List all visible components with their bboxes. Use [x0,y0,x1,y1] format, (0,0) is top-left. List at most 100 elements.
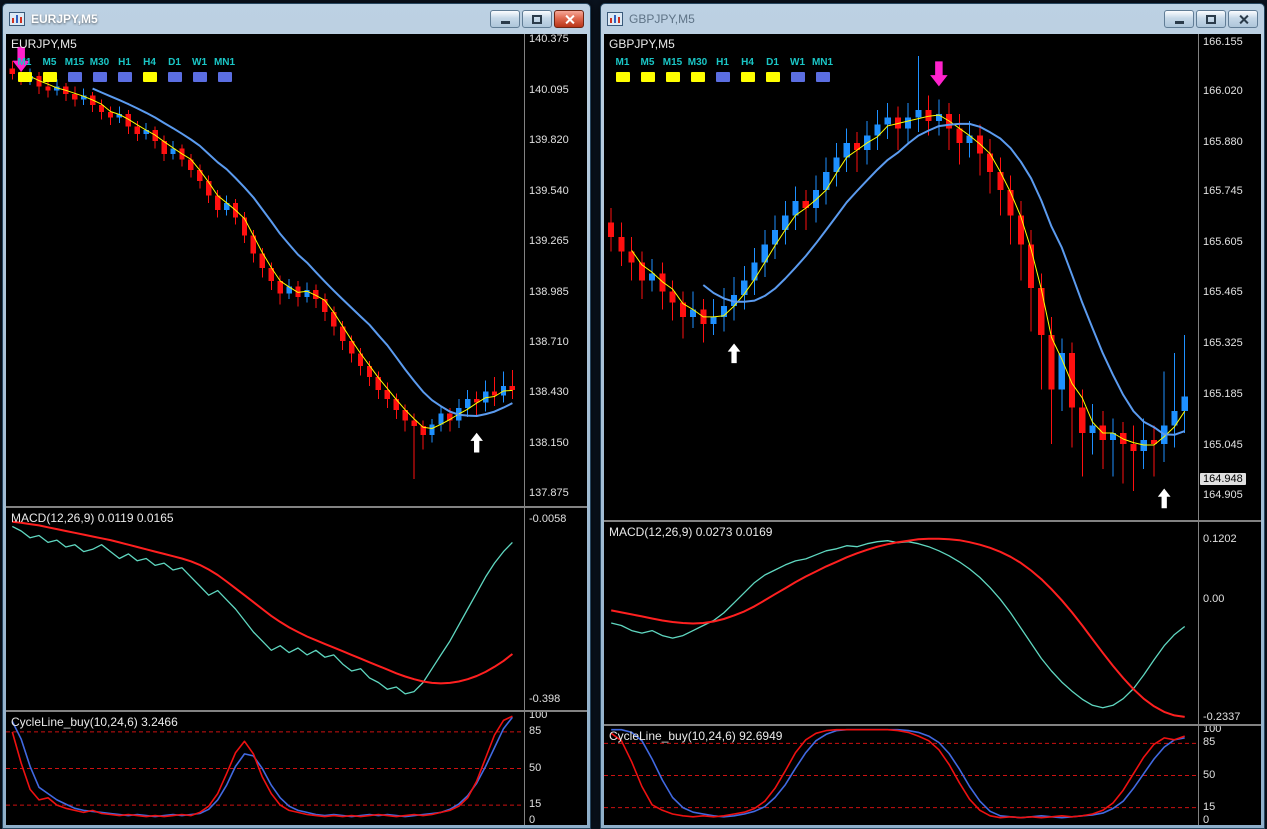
timeframe-W1: W1 [785,57,810,82]
close-button[interactable] [1228,10,1258,28]
timeframe-state-square [815,72,830,82]
timeframe-state-square [665,72,680,82]
timeframe-label: D1 [766,57,779,68]
minimize-icon [1174,21,1184,24]
axis-tick: 138.710 [529,335,569,348]
cycleline-chart[interactable]: CycleLine_buy(10,24,6) 92.6949 [604,726,1198,825]
timeframe-label: MN1 [213,57,236,68]
axis-tick: 15 [529,798,542,811]
macd-panel: MACD(12,26,9) 0.0119 0.0165 -0.0058 -0.39… [6,508,587,710]
timeframe-state-square [67,72,82,82]
main-chart-panel: GBPJPY,M5 M1 M5 M15 M30 H1 H4 D1 W1 MN1 166.155 1… [604,34,1261,520]
timeframe-label: H1 [118,57,131,68]
timeframe-state-square [42,72,57,82]
minimize-button[interactable] [1164,10,1194,28]
axis-tick: 139.265 [529,234,569,247]
axis-tick: 50 [529,761,542,774]
axis-tick: 165.745 [1203,184,1243,197]
timeframe-M5: M5 [635,57,660,82]
price-scale[interactable]: 140.375 140.095 139.820 139.540 139.265 138.9… [524,34,587,506]
cycleline-label: CycleLine_buy(10,24,6) 92.6949 [609,729,783,743]
axis-tick: 165.045 [1203,438,1243,451]
cycleline-panel: CycleLine_buy(10,24,6) 3.2466 100 85 50 15 0 [6,712,587,825]
timeframe-state-square [17,72,32,82]
timeframe-state-square [740,72,755,82]
macd-scale[interactable]: -0.0058 -0.398 [524,508,587,710]
axis-tick: -0.0058 [529,512,567,525]
macd-scale[interactable]: 0.1202 0.00 -0.2337 [1198,522,1261,724]
axis-tick: 85 [529,724,542,737]
up-signal-arrow [725,341,743,365]
timeframe-state-square [715,72,730,82]
macd-panel: MACD(12,26,9) 0.0273 0.0169 0.1202 0.00 -0… [604,522,1261,724]
timeframe-H1: H1 [710,57,735,82]
timeframe-label: H1 [716,57,729,68]
axis-tick: 165.325 [1203,337,1243,350]
maximize-icon [1206,14,1216,24]
timeframe-label: M30 [687,57,708,68]
timeframe-M30: M30 [87,57,112,82]
timeframe-M15: M15 [62,57,87,82]
axis-tick: 138.985 [529,285,569,298]
chart-window-gbpjpy: GBPJPY,M5 GBPJPY,M5 M1 M5 M15 M30 H1 H4 D1 W1 MN… [600,3,1265,829]
timeframe-state-square [690,72,705,82]
close-icon [564,14,575,25]
window-title: GBPJPY,M5 [629,12,695,26]
macd-chart[interactable]: MACD(12,26,9) 0.0119 0.0165 [6,508,524,710]
timeframe-state-square [765,72,780,82]
axis-tick: 100 [529,712,548,722]
timeframe-H1: H1 [112,57,137,82]
timeframe-M30: M30 [685,57,710,82]
price-scale[interactable]: 166.155 166.020 165.880 165.745 165.605 165.4… [1198,34,1261,520]
symbol-label: EURJPY,M5 [11,37,77,51]
timeframe-state-square [92,72,107,82]
price-chart[interactable]: EURJPY,M5 M1 M5 M15 M30 H1 H4 D1 W1 MN1 [6,34,524,506]
timeframe-label: M1 [615,57,630,68]
close-button[interactable] [554,10,584,28]
axis-tick: 0 [1203,814,1210,825]
axis-tick: 85 [1203,736,1216,749]
macd-chart[interactable]: MACD(12,26,9) 0.0273 0.0169 [604,522,1198,724]
axis-tick: -0.398 [529,692,561,705]
minimize-button[interactable] [490,10,520,28]
window-title: EURJPY,M5 [31,12,98,26]
timeframe-H4: H4 [735,57,760,82]
cycleline-chart[interactable]: CycleLine_buy(10,24,6) 3.2466 [6,712,524,825]
main-chart-panel: EURJPY,M5 M1 M5 M15 M30 H1 H4 D1 W1 MN1 140.375 1… [6,34,587,506]
timeframe-indicator: M1 M5 M15 M30 H1 H4 D1 W1 MN1 [610,57,835,82]
axis-tick: 138.150 [529,437,569,450]
close-icon [1238,14,1249,25]
chart-client-area: EURJPY,M5 M1 M5 M15 M30 H1 H4 D1 W1 MN1 140.375 1… [6,34,587,825]
axis-tick: 139.820 [529,134,569,147]
axis-tick: 165.880 [1203,135,1243,148]
timeframe-MN1: MN1 [810,57,835,82]
cycleline-label: CycleLine_buy(10,24,6) 3.2466 [11,715,178,729]
minimize-icon [500,21,510,24]
axis-tick: 165.465 [1203,286,1243,299]
chart-window-icon [607,12,623,26]
timeframe-label: M5 [640,57,655,68]
timeframe-M5: M5 [37,57,62,82]
titlebar[interactable]: GBPJPY,M5 [604,4,1261,34]
symbol-label: GBPJPY,M5 [609,37,675,51]
cycleline-scale[interactable]: 100 85 50 15 0 [524,712,587,825]
maximize-button[interactable] [522,10,552,28]
axis-tick: 138.430 [529,386,569,399]
titlebar[interactable]: EURJPY,M5 [6,4,587,34]
timeframe-label: MN1 [811,57,834,68]
timeframe-label: M5 [42,57,57,68]
price-chart[interactable]: GBPJPY,M5 M1 M5 M15 M30 H1 H4 D1 W1 MN1 [604,34,1198,520]
timeframe-state-square [117,72,132,82]
cycleline-scale[interactable]: 100 85 50 15 0 [1198,726,1261,825]
timeframe-state-square [615,72,630,82]
timeframe-D1: D1 [760,57,785,82]
timeframe-label: M1 [17,57,32,68]
timeframe-state-square [142,72,157,82]
up-signal-arrow [468,431,486,454]
axis-tick: 166.020 [1203,85,1243,98]
timeframe-state-square [192,72,207,82]
timeframe-label: H4 [143,57,156,68]
axis-tick: 0.1202 [1203,532,1237,545]
maximize-button[interactable] [1196,10,1226,28]
axis-tick: 140.375 [529,34,569,46]
